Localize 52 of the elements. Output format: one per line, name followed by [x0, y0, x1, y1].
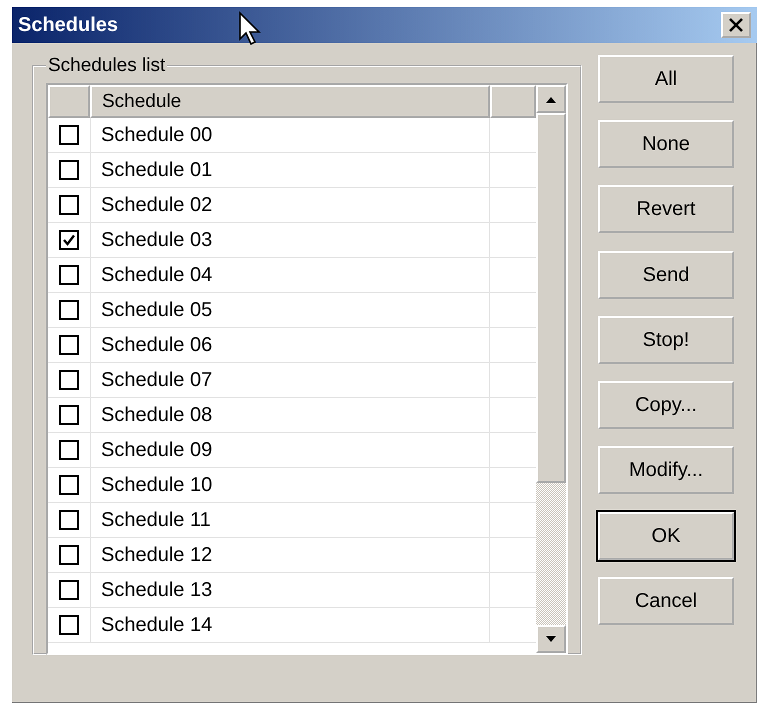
scroll-thumb[interactable]	[536, 113, 566, 483]
window-title: Schedules	[18, 14, 118, 36]
dialog-button[interactable]: Cancel	[598, 577, 734, 625]
group-label: Schedules list	[47, 55, 166, 77]
checkbox[interactable]	[59, 265, 79, 285]
checkbox[interactable]	[59, 545, 79, 565]
dialog-button[interactable]: All	[598, 55, 734, 103]
checkbox[interactable]	[59, 440, 79, 460]
schedule-name[interactable]: Schedule 05	[101, 298, 212, 322]
checkbox[interactable]	[59, 405, 79, 425]
scroll-down-button[interactable]	[536, 625, 566, 653]
checkbox[interactable]	[59, 195, 79, 215]
dialog-button[interactable]: Stop!	[598, 316, 734, 364]
checkbox[interactable]	[59, 125, 79, 145]
cursor-icon	[238, 11, 264, 47]
dialog-button[interactable]: OK	[598, 512, 734, 560]
schedule-name[interactable]: Schedule 02	[101, 194, 212, 216]
up-arrow-icon	[545, 96, 557, 102]
down-arrow-icon	[545, 636, 557, 642]
checkbox[interactable]	[59, 580, 79, 600]
dialog-button[interactable]: None	[598, 120, 734, 168]
checkbox[interactable]	[59, 300, 79, 320]
schedule-name[interactable]: Schedule 01	[101, 158, 212, 182]
checkbox[interactable]	[59, 160, 79, 180]
checkbox[interactable]	[59, 370, 79, 390]
column-header[interactable]: Schedule	[90, 85, 490, 118]
dialog-button[interactable]: Copy...	[598, 381, 734, 429]
schedule-name[interactable]: Schedule 07	[101, 368, 212, 392]
checkbox[interactable]	[59, 615, 79, 635]
schedule-name[interactable]: Schedule 08	[101, 404, 212, 426]
schedule-name[interactable]: Schedule 00	[101, 124, 212, 146]
checkbox[interactable]	[59, 475, 79, 495]
schedule-name[interactable]: Schedule 04	[101, 264, 212, 286]
checkbox[interactable]	[59, 510, 79, 530]
scrollbar[interactable]	[536, 85, 566, 653]
schedule-name[interactable]: Schedule 13	[101, 578, 212, 602]
schedule-name[interactable]: Schedule 09	[101, 438, 212, 462]
close-button[interactable]	[721, 12, 751, 38]
dialog-button[interactable]: Revert	[598, 185, 734, 233]
check-icon	[62, 233, 76, 247]
dialog-button[interactable]: Modify...	[598, 446, 734, 494]
scroll-up-button[interactable]	[536, 85, 566, 113]
checkbox[interactable]	[59, 230, 79, 250]
schedule-name[interactable]: Schedule 10	[101, 474, 212, 496]
schedule-name[interactable]: Schedule 14	[101, 614, 212, 636]
close-icon	[727, 17, 745, 33]
schedule-name[interactable]: Schedule 11	[101, 508, 211, 532]
schedule-name[interactable]: Schedule 12	[101, 544, 212, 566]
schedule-name[interactable]: Schedule 06	[101, 334, 212, 356]
checkbox[interactable]	[59, 335, 79, 355]
schedule-name[interactable]: Schedule 03	[101, 228, 212, 252]
dialog-button[interactable]: Send	[598, 251, 734, 299]
